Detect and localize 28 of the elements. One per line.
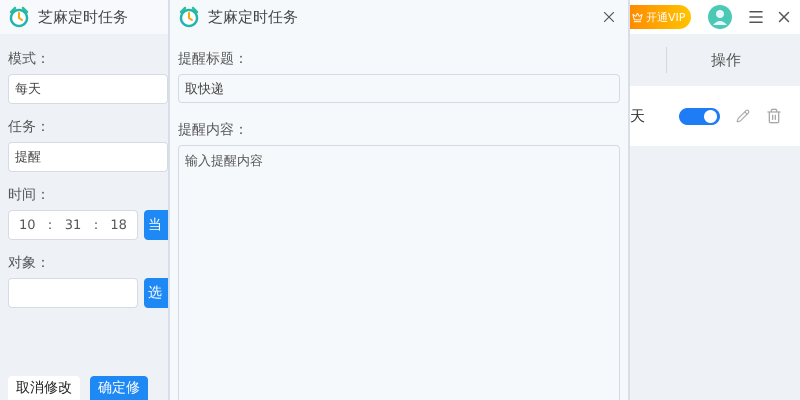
content-textarea[interactable]: 输入提醒内容 (178, 145, 620, 400)
app-title: 芝麻定时任务 (38, 8, 128, 26)
field-label: 提醒内容： (178, 121, 248, 139)
field-label: 任务： (8, 118, 50, 136)
field-label: 模式： (8, 50, 50, 68)
table-cell: 天 (630, 106, 645, 126)
field-label: 提醒标题： (178, 50, 248, 68)
input-field[interactable]: 提醒 (8, 142, 168, 172)
time-field[interactable]: 10 ： 31 ： 18 (8, 210, 138, 240)
avatar-icon[interactable] (707, 4, 734, 30)
column-header: 操作 (711, 50, 741, 70)
edit-icon[interactable] (736, 109, 750, 123)
menu-icon[interactable] (747, 8, 766, 26)
dialog-title: 芝麻定时任务 (208, 8, 298, 26)
alarm-clock-icon (8, 6, 30, 28)
field-label: 时间： (8, 186, 50, 204)
toggle-switch[interactable] (679, 108, 720, 124)
now-button[interactable]: 当 (144, 210, 168, 240)
alarm-clock-icon (178, 6, 200, 28)
title-input[interactable]: 取快递 (178, 74, 620, 103)
input-field[interactable]: 每天 (8, 74, 168, 104)
select-button[interactable]: 选 (144, 278, 168, 308)
field-label: 对象： (8, 254, 50, 272)
crown-icon (632, 12, 643, 22)
trash-icon[interactable] (766, 108, 782, 124)
input-field[interactable] (8, 278, 138, 308)
cancel-button[interactable]: 取消修改 (8, 376, 80, 400)
confirm-button[interactable]: 确定修 (90, 376, 148, 400)
